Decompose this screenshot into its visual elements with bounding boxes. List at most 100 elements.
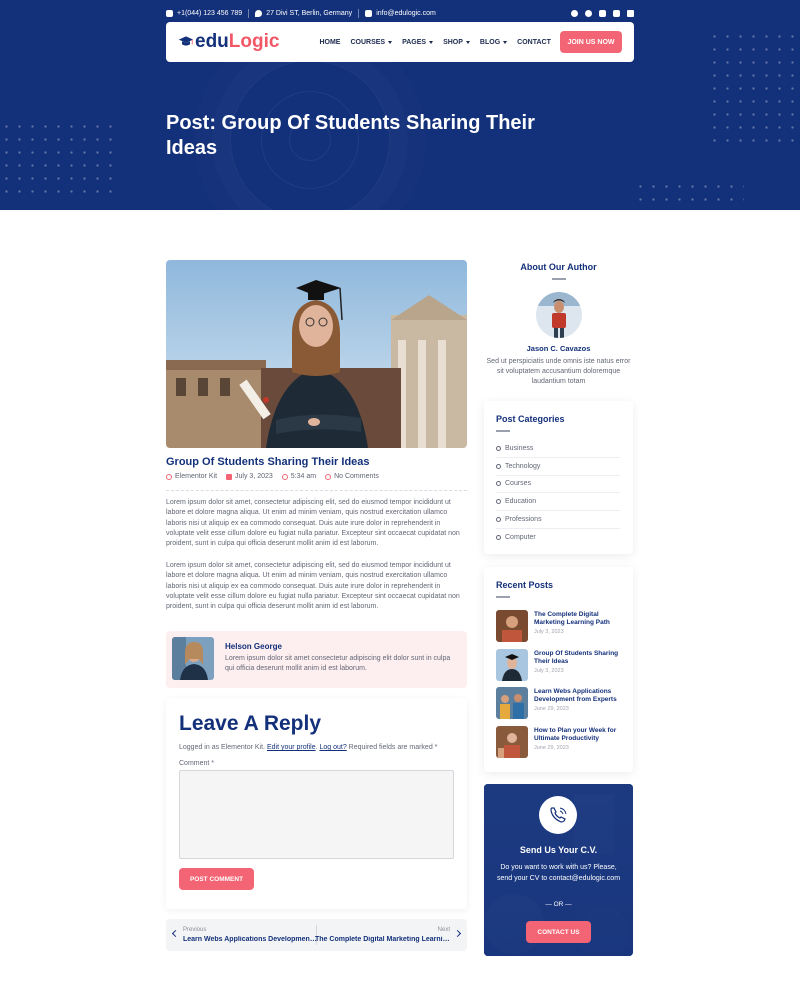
- instagram-icon[interactable]: [613, 9, 620, 17]
- comment-label: Comment *: [179, 760, 215, 767]
- chevron-right-icon[interactable]: [453, 929, 462, 938]
- send-cv-widget: Send Us Your C.V. Do you want to work wi…: [484, 784, 633, 956]
- recent-post-thumbnail[interactable]: [496, 649, 528, 681]
- circle-bullet-icon: [496, 499, 501, 504]
- post-comments-count[interactable]: No Comments: [334, 473, 379, 480]
- nav-item-contact[interactable]: CONTACT: [517, 39, 551, 46]
- circle-bullet-icon: [496, 446, 501, 451]
- site-logo[interactable]: edu Logic: [178, 31, 279, 53]
- heading-underline: [496, 430, 510, 432]
- comment-form: Leave A Reply Logged in as Elementor Kit…: [166, 698, 467, 909]
- chevron-down-icon: [503, 40, 508, 44]
- recent-post-thumbnail[interactable]: [496, 610, 528, 642]
- logo-suffix: Logic: [228, 31, 280, 52]
- post-author-box: Helson George Lorem ipsum dolor sit amet…: [166, 631, 467, 688]
- chevron-left-icon[interactable]: [171, 929, 180, 938]
- sidebar-author-name[interactable]: Jason C. Cavazos: [484, 344, 633, 353]
- nav-item-blog[interactable]: BLOG: [480, 39, 508, 46]
- recent-post-thumbnail[interactable]: [496, 726, 528, 758]
- required-note: Required fields are marked *: [346, 744, 438, 751]
- category-item[interactable]: Professions: [496, 511, 620, 529]
- contact-us-button[interactable]: CONTACT US: [526, 921, 591, 943]
- categories-widget: Post Categories Business Technology Cour…: [484, 401, 633, 554]
- recent-post-thumbnail[interactable]: [496, 687, 528, 719]
- phone-icon: [550, 807, 567, 823]
- prev-label: Previous: [183, 927, 207, 933]
- category-label: Education: [505, 498, 537, 505]
- location-pin-icon: [255, 9, 263, 17]
- cv-heading: Send Us Your C.V.: [519, 845, 598, 855]
- user-icon: [166, 473, 172, 480]
- author-name[interactable]: Helson George: [225, 642, 282, 651]
- page-title: Post: Group Of Students Sharing Their Id…: [166, 112, 535, 159]
- category-item[interactable]: Business: [496, 440, 620, 458]
- nav-label: SHOP: [443, 38, 463, 46]
- category-label: Business: [505, 445, 534, 452]
- circle-bullet-icon: [496, 534, 501, 540]
- decor-dots-bottom: [634, 180, 744, 210]
- widget-heading: About Our Author: [520, 262, 597, 272]
- category-label: Professions: [505, 516, 542, 523]
- page-hero: +1(044) 123 456 789 27 Divi ST, Berlin, …: [0, 0, 800, 210]
- recent-post-date: June 29, 2023: [534, 745, 569, 751]
- join-us-button[interactable]: JOIN US NOW: [560, 31, 622, 53]
- recent-post-item[interactable]: The Complete Digital Marketing Learning …: [496, 610, 624, 644]
- next-label: Next: [437, 927, 450, 933]
- recent-post-title[interactable]: The Complete Digital Marketing Learning …: [534, 611, 624, 627]
- cv-text: Do you want to work with us? Please, sen…: [496, 864, 621, 882]
- recent-post-item[interactable]: Learn Webs Applications Development from…: [496, 687, 624, 721]
- post-navigation: Previous Learn Webs Applications Developm…: [166, 919, 467, 951]
- author-bio: Lorem ipsum dolor sit amet consectetur a…: [225, 655, 451, 672]
- category-item[interactable]: Technology: [496, 458, 620, 476]
- logged-in-note: Logged in as Elementor Kit. Edit your pr…: [179, 744, 438, 751]
- topbar-email[interactable]: info@edulogic.com: [376, 10, 436, 17]
- sidebar-author-bio: Sed ut perspiciatis unde omnis iste natu…: [486, 358, 631, 385]
- recent-post-item[interactable]: How to Plan your Week for Ultimate Produ…: [496, 726, 624, 760]
- recent-post-title[interactable]: Group Of Students Sharing Their Ideas: [534, 650, 624, 666]
- post-paragraph: Lorem ipsum dolor sit amet, consectetur …: [166, 499, 460, 548]
- logout-link[interactable]: Log out?: [319, 744, 346, 751]
- facebook-icon[interactable]: [571, 9, 578, 17]
- post-comment-button[interactable]: POST COMMENT: [179, 868, 254, 890]
- youtube-icon[interactable]: [599, 9, 606, 17]
- category-item[interactable]: Courses: [496, 475, 620, 493]
- nav-item-home[interactable]: HOME: [319, 39, 340, 46]
- heading-underline: [496, 596, 510, 598]
- divider: [166, 490, 467, 491]
- nav-item-pages[interactable]: PAGES: [402, 39, 434, 46]
- avatar: [172, 637, 214, 680]
- post-title[interactable]: Group Of Students Sharing Their Ideas: [166, 456, 370, 468]
- next-post-link[interactable]: Next The Complete Digital Marketing Learn…: [315, 927, 450, 943]
- heading-underline: [551, 278, 566, 280]
- post-featured-image: [166, 260, 467, 448]
- phone-icon: [166, 9, 173, 17]
- nav-item-courses[interactable]: COURSES: [350, 38, 393, 46]
- linkedin-icon[interactable]: [627, 9, 634, 17]
- recent-post-date: July 3, 2023: [534, 668, 564, 674]
- recent-post-title[interactable]: How to Plan your Week for Ultimate Produ…: [534, 727, 624, 743]
- twitter-icon[interactable]: [585, 9, 592, 17]
- prev-post-link[interactable]: Previous Learn Webs Applications Developm…: [183, 927, 318, 943]
- cv-or-divider: — OR —: [545, 901, 572, 908]
- decor-dots-left: [0, 120, 120, 200]
- comment-textarea[interactable]: [179, 770, 454, 859]
- calendar-icon: [226, 473, 233, 480]
- nav-menu: HOME COURSES PAGES SHOP BLOG CONTACT: [319, 39, 550, 46]
- recent-post-date: July 3, 2023: [534, 629, 564, 635]
- envelope-icon: [365, 9, 373, 17]
- decor-dots-right: [708, 30, 800, 150]
- recent-post-item[interactable]: Group Of Students Sharing Their Ideas Ju…: [496, 649, 624, 683]
- nav-item-shop[interactable]: SHOP: [443, 39, 470, 46]
- category-item[interactable]: Education: [496, 493, 620, 511]
- edit-profile-link[interactable]: Edit your profile: [267, 744, 316, 751]
- recent-post-title[interactable]: Learn Webs Applications Development from…: [534, 688, 624, 704]
- category-label: Computer: [505, 533, 536, 541]
- post-date[interactable]: July 3, 2023: [235, 473, 273, 480]
- category-item[interactable]: Computer: [496, 528, 620, 546]
- logged-in-text: Logged in as Elementor Kit.: [179, 744, 267, 751]
- chevron-down-icon: [465, 40, 470, 44]
- topbar-phone[interactable]: +1(044) 123 456 789: [177, 10, 242, 17]
- reply-heading: Leave A Reply: [179, 712, 322, 735]
- post-author[interactable]: Elementor Kit: [175, 473, 217, 480]
- nav-label: COURSES: [350, 38, 386, 46]
